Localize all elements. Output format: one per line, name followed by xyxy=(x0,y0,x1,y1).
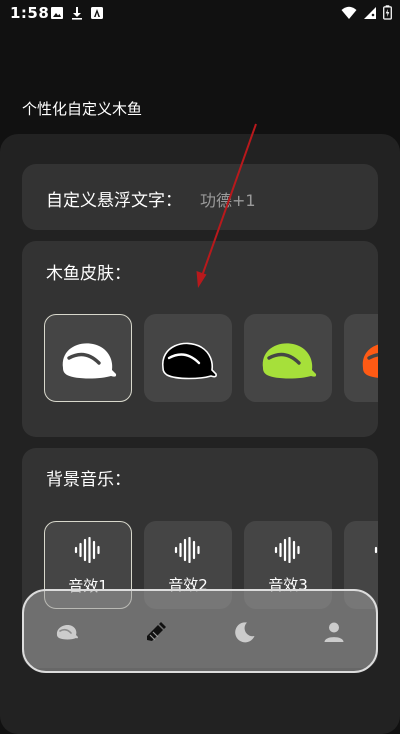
battery-icon xyxy=(383,5,392,20)
signal-icon xyxy=(364,6,376,19)
paintbrush-icon xyxy=(147,622,166,641)
nav-moon-tab[interactable] xyxy=(232,619,258,645)
skin-option-white[interactable] xyxy=(44,314,132,402)
skin-card: 木鱼皮肤： xyxy=(22,241,378,437)
skin-option-orange[interactable] xyxy=(344,314,378,402)
custom-text-label: 自定义悬浮文字： xyxy=(46,191,182,211)
sound-wave-icon xyxy=(74,537,100,563)
wooden-fish-black-icon xyxy=(162,342,217,380)
moon-icon xyxy=(235,622,255,643)
sound-wave-icon xyxy=(174,537,200,563)
skin-option-green[interactable] xyxy=(244,314,332,402)
status-notification-icons xyxy=(50,6,104,20)
wooden-fish-orange-icon xyxy=(362,344,378,378)
bottom-nav xyxy=(22,589,378,673)
wifi-icon xyxy=(341,6,357,19)
a-icon xyxy=(91,7,103,19)
user-icon xyxy=(324,622,344,642)
nav-user-tab[interactable] xyxy=(321,619,347,645)
status-bar: 1:58 xyxy=(0,0,400,28)
download-icon xyxy=(72,7,82,20)
skin-label: 木鱼皮肤： xyxy=(46,264,131,284)
image-icon xyxy=(51,7,63,19)
nav-skin-tab[interactable] xyxy=(143,619,169,645)
status-time: 1:58 xyxy=(10,4,50,22)
custom-text-input[interactable]: 功德+1 xyxy=(200,187,256,211)
sound-wave-icon xyxy=(374,546,378,554)
sound-wave-icon xyxy=(274,537,300,563)
custom-text-card[interactable]: 自定义悬浮文字： 功德+1 xyxy=(22,164,378,230)
page-title: 个性化自定义木鱼 xyxy=(22,100,143,118)
wooden-fish-icon xyxy=(56,625,78,640)
nav-fish-tab[interactable] xyxy=(54,619,80,645)
skin-option-black[interactable] xyxy=(144,314,232,402)
wooden-fish-white-icon xyxy=(62,343,117,379)
wooden-fish-green-icon xyxy=(262,343,317,379)
music-label: 背景音乐： xyxy=(46,470,131,490)
skin-options xyxy=(44,314,378,402)
status-system-icons xyxy=(341,5,392,20)
